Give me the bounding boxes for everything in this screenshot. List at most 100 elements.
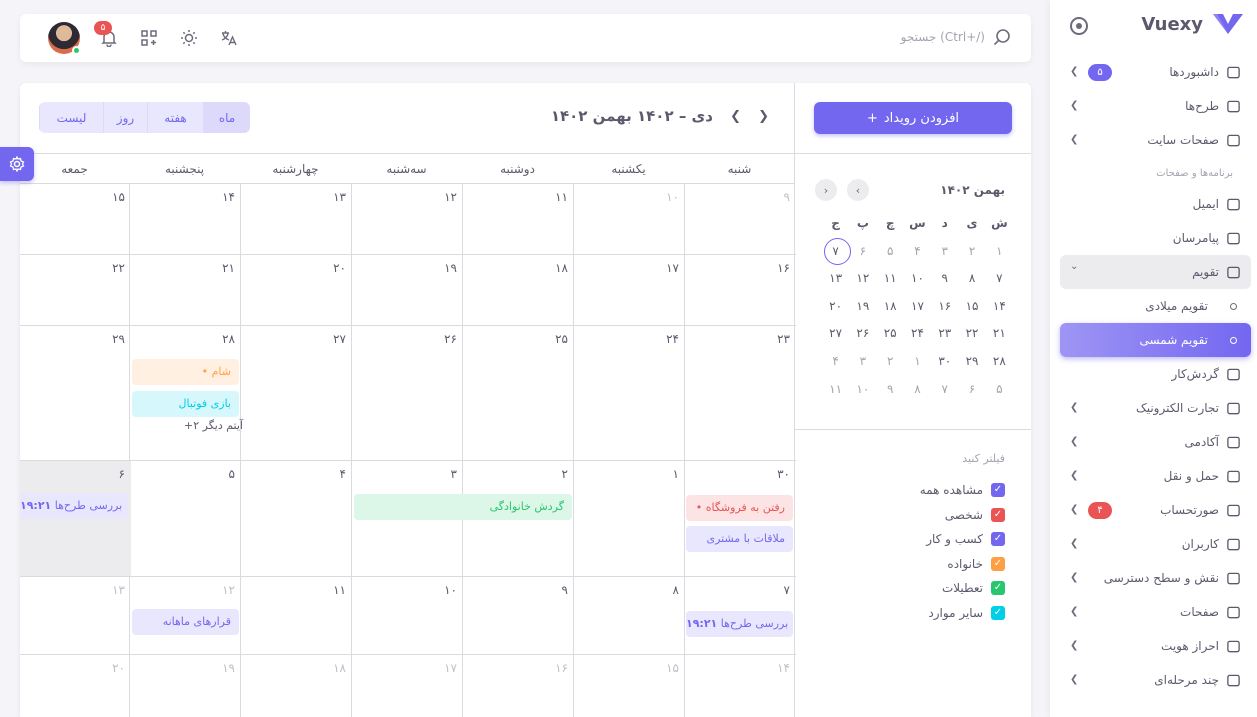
calendar-prev-button[interactable]: ❯ bbox=[758, 109, 769, 124]
brand[interactable]: Vuexy bbox=[1141, 12, 1243, 36]
day-cell[interactable]: ۱۹ bbox=[351, 255, 463, 326]
sidebar-item[interactable]: صورتحساب ❮ ۴ bbox=[1060, 493, 1251, 527]
search-input[interactable]: جستجو (Ctrl+/) bbox=[901, 30, 985, 44]
mini-day[interactable]: ۲۰ bbox=[822, 293, 849, 321]
sidebar-item[interactable]: تقویم ⌄ bbox=[1060, 255, 1251, 289]
day-cell[interactable]: ۱۵ bbox=[20, 184, 131, 255]
sidebar-item[interactable]: گردش‌کار bbox=[1060, 357, 1251, 391]
day-cell[interactable]: ۱۰ bbox=[351, 577, 463, 655]
calendar-event[interactable]: قرارهای ماهانه bbox=[132, 609, 239, 635]
day-cell[interactable]: ۱۳ bbox=[20, 577, 131, 655]
filter-item[interactable]: ✓ مشاهده همه bbox=[920, 478, 1005, 503]
mini-day[interactable]: ۱۳ bbox=[822, 265, 849, 293]
sidebar-item[interactable]: آکادمی ❮ bbox=[1060, 425, 1251, 459]
mini-day[interactable]: ۲۸ bbox=[986, 348, 1013, 376]
mini-day[interactable]: ۶ bbox=[849, 238, 876, 266]
mini-day[interactable]: ۲۵ bbox=[877, 320, 904, 348]
add-event-button[interactable]: + افزودن رویداد bbox=[814, 102, 1012, 134]
day-cell[interactable]: ۲۱ bbox=[129, 255, 241, 326]
notifications-button[interactable]: ۵ bbox=[94, 21, 120, 49]
day-cell[interactable]: ۸ bbox=[573, 577, 685, 655]
checkbox-checked-icon[interactable]: ✓ bbox=[991, 483, 1005, 498]
calendar-event[interactable]: گردش خانوادگی bbox=[354, 494, 572, 520]
mini-day[interactable]: ۲ bbox=[958, 238, 985, 266]
day-cell[interactable]: ۲۶ bbox=[351, 326, 463, 461]
mini-day[interactable]: ۹ bbox=[877, 376, 904, 404]
mini-day[interactable]: ۱۰ bbox=[904, 265, 931, 293]
mini-day[interactable]: ۴ bbox=[822, 348, 849, 376]
more-events-link[interactable]: +۲ آیتم دیگر bbox=[184, 419, 243, 432]
day-cell[interactable]: ۲۴ bbox=[573, 326, 685, 461]
mini-day[interactable]: ۴ bbox=[904, 238, 931, 266]
filter-item[interactable]: ✓ سایر موارد bbox=[920, 601, 1005, 626]
customizer-button[interactable] bbox=[0, 147, 34, 181]
sidebar-item[interactable]: صفحات سایت ❮ bbox=[1060, 123, 1251, 157]
language-button[interactable] bbox=[218, 27, 240, 49]
mini-calendar-prev-button[interactable]: ‹ bbox=[847, 179, 869, 201]
mini-day[interactable]: ۱ bbox=[904, 348, 931, 376]
view-week-button[interactable]: هفته bbox=[147, 102, 203, 133]
mini-day[interactable]: ۲۶ bbox=[849, 320, 876, 348]
calendar-event[interactable]: • شام bbox=[132, 359, 239, 385]
mini-day[interactable]: ۱۲ bbox=[849, 265, 876, 293]
day-cell[interactable]: ۱۸ bbox=[240, 655, 352, 717]
day-cell[interactable]: ۱۷ bbox=[351, 655, 463, 717]
mini-day[interactable]: ۳۰ bbox=[931, 348, 958, 376]
mini-day[interactable]: ۸ bbox=[958, 265, 985, 293]
day-cell[interactable]: ۱۴ bbox=[129, 184, 241, 255]
shortcuts-button[interactable] bbox=[138, 27, 160, 49]
mini-day[interactable]: ۲۱ bbox=[986, 320, 1013, 348]
calendar-event[interactable]: ۱۹:۲۱ بررسی طرح‌ها bbox=[686, 611, 793, 637]
sidebar-item[interactable]: صفحات ❮ bbox=[1060, 595, 1251, 629]
calendar-event[interactable]: بازی فوتبال bbox=[132, 391, 239, 417]
sidebar-item[interactable]: تقویم میلادی bbox=[1060, 289, 1251, 323]
sidebar-item[interactable]: داشبوردها ❮ ۵ bbox=[1060, 55, 1251, 89]
mini-day[interactable]: ۲۳ bbox=[931, 320, 958, 348]
mini-day[interactable]: ۱ bbox=[986, 238, 1013, 266]
day-cell[interactable]: ۹ bbox=[462, 577, 574, 655]
sidebar-item[interactable]: نقش و سطح دسترسی ❮ bbox=[1060, 561, 1251, 595]
mini-day[interactable]: ۳ bbox=[931, 238, 958, 266]
day-cell[interactable]: ۲۹ bbox=[20, 326, 131, 461]
day-cell[interactable]: ۲۲ bbox=[20, 255, 131, 326]
checkbox-checked-icon[interactable]: ✓ bbox=[991, 507, 1005, 522]
sidebar-item[interactable]: کاربران ❮ bbox=[1060, 527, 1251, 561]
checkbox-checked-icon[interactable]: ✓ bbox=[991, 556, 1005, 571]
sidebar-toggle-icon[interactable] bbox=[1070, 17, 1088, 35]
day-cell[interactable]: ۱۸ bbox=[462, 255, 574, 326]
mini-day[interactable]: ۸ bbox=[904, 376, 931, 404]
user-avatar[interactable] bbox=[48, 22, 81, 55]
day-cell[interactable]: ۱۰ bbox=[573, 184, 685, 255]
day-cell[interactable]: ۹ bbox=[684, 184, 796, 255]
mini-calendar-next-button[interactable]: › bbox=[815, 179, 837, 201]
mini-day[interactable]: ۳ bbox=[849, 348, 876, 376]
filter-item[interactable]: ✓ کسب و کار bbox=[920, 527, 1005, 552]
view-month-button[interactable]: ماه bbox=[203, 102, 250, 133]
day-cell[interactable]: ۱۲ bbox=[351, 184, 463, 255]
mini-day[interactable]: ۲ bbox=[877, 348, 904, 376]
filter-item[interactable]: ✓ تعطیلات bbox=[920, 576, 1005, 601]
mini-day[interactable]: ۱۰ bbox=[849, 376, 876, 404]
day-cell[interactable]: ۱۱ bbox=[240, 577, 352, 655]
day-cell[interactable]: ۱ bbox=[573, 461, 685, 577]
mini-day[interactable]: ۲۴ bbox=[904, 320, 931, 348]
view-list-button[interactable]: لیست bbox=[39, 102, 103, 133]
mini-day[interactable]: ۱۵ bbox=[958, 293, 985, 321]
calendar-next-button[interactable]: ❮ bbox=[730, 109, 741, 124]
day-cell[interactable]: ۱۷ bbox=[573, 255, 685, 326]
day-cell[interactable]: ۲۷ bbox=[240, 326, 352, 461]
sidebar-item[interactable]: حمل و نقل ❮ bbox=[1060, 459, 1251, 493]
mini-day[interactable]: ۹ bbox=[931, 265, 958, 293]
mini-day[interactable]: ۵ bbox=[877, 238, 904, 266]
view-day-button[interactable]: روز bbox=[103, 102, 147, 133]
mini-day[interactable]: ۱۹ bbox=[849, 293, 876, 321]
calendar-event[interactable]: ۱۹:۲۱ بررسی طرح‌ها bbox=[20, 493, 128, 519]
day-cell[interactable]: ۱۱ bbox=[462, 184, 574, 255]
mini-day[interactable]: ۱۸ bbox=[877, 293, 904, 321]
mini-day[interactable]: ۲۷ bbox=[822, 320, 849, 348]
mini-day[interactable]: ۶ bbox=[958, 376, 985, 404]
sidebar-item[interactable]: تجارت الکترونیک ❮ bbox=[1060, 391, 1251, 425]
mini-day[interactable]: ۲۲ bbox=[958, 320, 985, 348]
mini-day[interactable]: ۷ bbox=[931, 376, 958, 404]
day-cell[interactable]: ۱۳ bbox=[240, 184, 352, 255]
